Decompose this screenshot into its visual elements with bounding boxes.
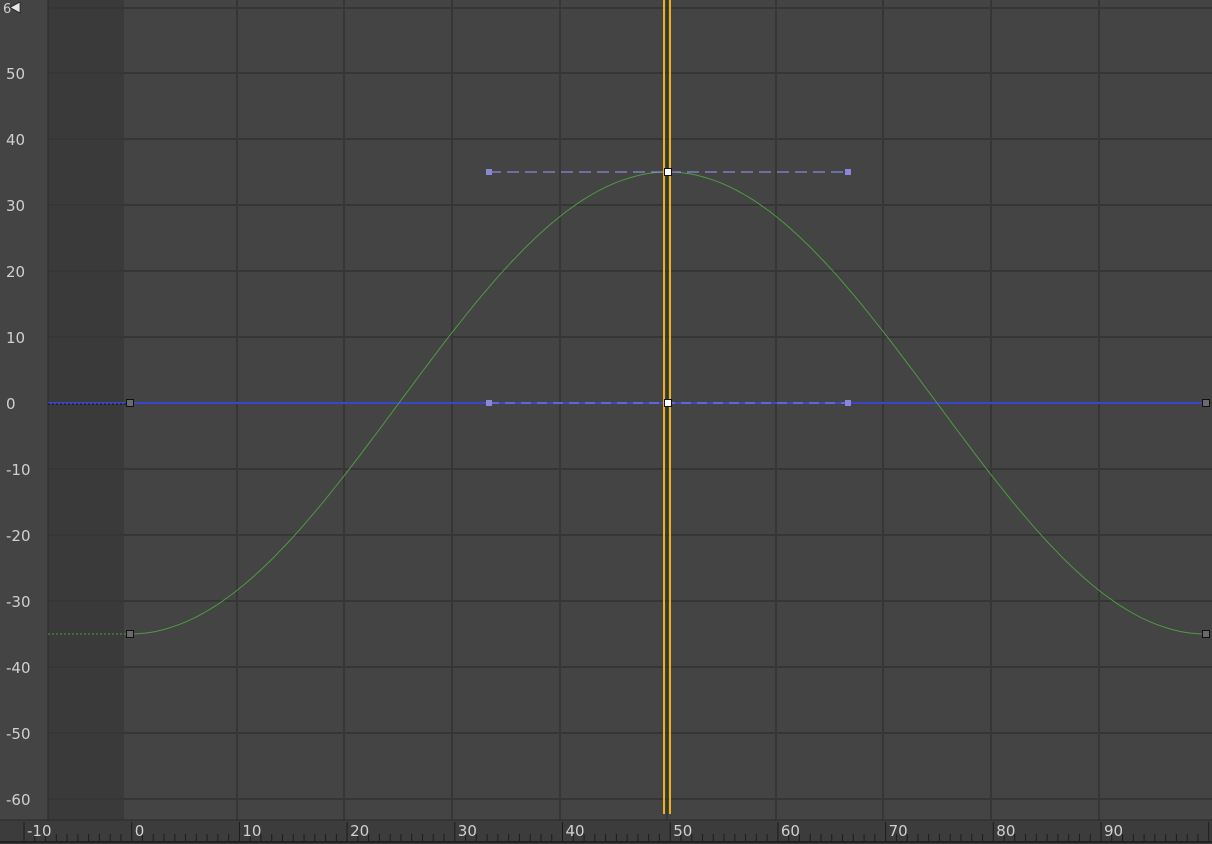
ruler-label: -10: [27, 822, 52, 840]
y-axis-label: -10: [6, 461, 31, 479]
ruler-label: 30: [458, 822, 477, 840]
y-axis-label: 40: [6, 131, 25, 149]
keyframe[interactable]: [126, 399, 134, 407]
y-axis-label: -40: [6, 659, 31, 677]
tangent-handle[interactable]: [845, 400, 851, 406]
tangent-handle[interactable]: [845, 169, 851, 175]
y-axis-label: -20: [6, 527, 31, 545]
ruler-label: 20: [350, 822, 369, 840]
curve-editor[interactable]: 50 40 30 20 10 0 -10 -20 -30 -40 -50 -60 -10 0 10 20 30 4…: [0, 0, 1212, 844]
corner-label: 6: [3, 2, 11, 14]
ruler-label: 90: [1104, 822, 1123, 840]
y-axis-label: 0: [6, 395, 16, 413]
keyframe-selected[interactable]: [664, 399, 672, 407]
y-axis-label: -60: [6, 791, 31, 809]
graph-area[interactable]: 50 40 30 20 10 0 -10 -20 -30 -40 -50 -60 -10 0 10 20 30 4…: [0, 0, 1212, 844]
ruler-label: 70: [889, 822, 908, 840]
inactive-range: [48, 0, 124, 820]
keyframe-nav-icon[interactable]: 6: [3, 0, 21, 14]
keyframe[interactable]: [1202, 399, 1210, 407]
ruler-label: 50: [673, 822, 692, 840]
ruler-label: 0: [135, 822, 145, 840]
ruler-label: 40: [566, 822, 585, 840]
tangent-handle[interactable]: [486, 169, 492, 175]
y-axis-label: 10: [6, 329, 25, 347]
keyframe[interactable]: [1202, 630, 1210, 638]
graph-background: [0, 0, 1212, 844]
y-axis-label: 20: [6, 263, 25, 281]
ruler-label: 10: [242, 822, 261, 840]
y-axis-label: -30: [6, 593, 31, 611]
y-axis-label: -50: [6, 725, 31, 743]
tangent-handle[interactable]: [486, 400, 492, 406]
keyframe[interactable]: [126, 630, 134, 638]
keyframe-selected[interactable]: [664, 168, 672, 176]
ruler-label: 80: [996, 822, 1015, 840]
y-axis-label: 30: [6, 197, 25, 215]
y-axis-label: 50: [6, 65, 25, 83]
ruler-label: 60: [781, 822, 800, 840]
